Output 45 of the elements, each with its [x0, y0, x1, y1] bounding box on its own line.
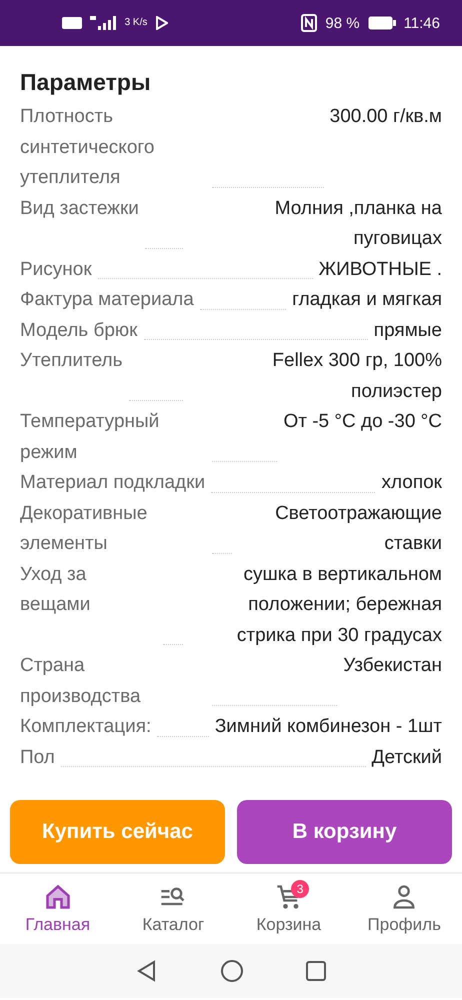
param-value: 300.00 г/кв.м [330, 105, 442, 129]
battery-icon [368, 16, 396, 30]
add-to-cart-button[interactable]: В корзину [237, 800, 452, 864]
param-value: гладкая и мягкая [292, 288, 442, 312]
clock: 11:46 [404, 14, 440, 32]
param-label: Рисунок [20, 258, 92, 282]
section-title: Параметры [20, 68, 152, 97]
param-value: Детский [372, 746, 442, 770]
nav-tab[interactable]: Профиль [346, 874, 462, 944]
param-label: Фактура материала [20, 288, 194, 312]
nfc-icon [301, 14, 318, 32]
nav-tab[interactable]: Главная [0, 874, 116, 944]
param-value: Молния ,планка на пуговицах [274, 196, 442, 251]
battery-percent: 98 % [325, 14, 360, 32]
param-label: Материал подкладки [20, 471, 206, 495]
home-circle-icon[interactable] [220, 959, 244, 983]
param-label: Уход за вещами [20, 562, 92, 617]
param-value: прямые [374, 318, 442, 342]
param-label: Плотность синтетического утеплителя [20, 105, 156, 190]
param-value: Светоотражающие ставки [274, 502, 442, 556]
param-label: Вид застежки [20, 196, 139, 220]
param-label: Страна производства [20, 654, 142, 708]
home-icon [44, 883, 72, 911]
param-value: сушка в вертикальном положении; бережная стрика при 30 градусах [236, 562, 442, 648]
param-value: ЖИВОТНЫЕ . [318, 258, 442, 282]
signal-icon [90, 16, 116, 30]
volte-icon [62, 17, 82, 29]
network-speed: 3 K/s [124, 18, 148, 28]
play-icon [156, 16, 168, 30]
param-value: Узбекистан [343, 654, 442, 678]
param-label: Модель брюк [20, 318, 138, 342]
back-icon[interactable] [136, 960, 158, 982]
param-value: От -5 °С до -30 °С [283, 410, 442, 434]
param-label: Комплектация: [20, 715, 152, 739]
param-value: Fellex 300 гр, 100% полиэстер [271, 349, 442, 404]
param-label: Пол [20, 746, 55, 770]
cart-count-badge: 3 [291, 880, 310, 898]
param-value: Зимний комбинезон - 1шт [214, 715, 442, 739]
nav-tab[interactable]: Каталог [116, 874, 231, 944]
param-value: хлопок [381, 471, 442, 495]
param-label: Утеплитель [20, 349, 123, 373]
nav-tab[interactable]: 3 Корзина [231, 874, 346, 944]
param-label: Декоративные элементы [20, 502, 148, 556]
param-label: Температурный режим [20, 410, 160, 464]
recents-icon[interactable] [306, 961, 326, 981]
